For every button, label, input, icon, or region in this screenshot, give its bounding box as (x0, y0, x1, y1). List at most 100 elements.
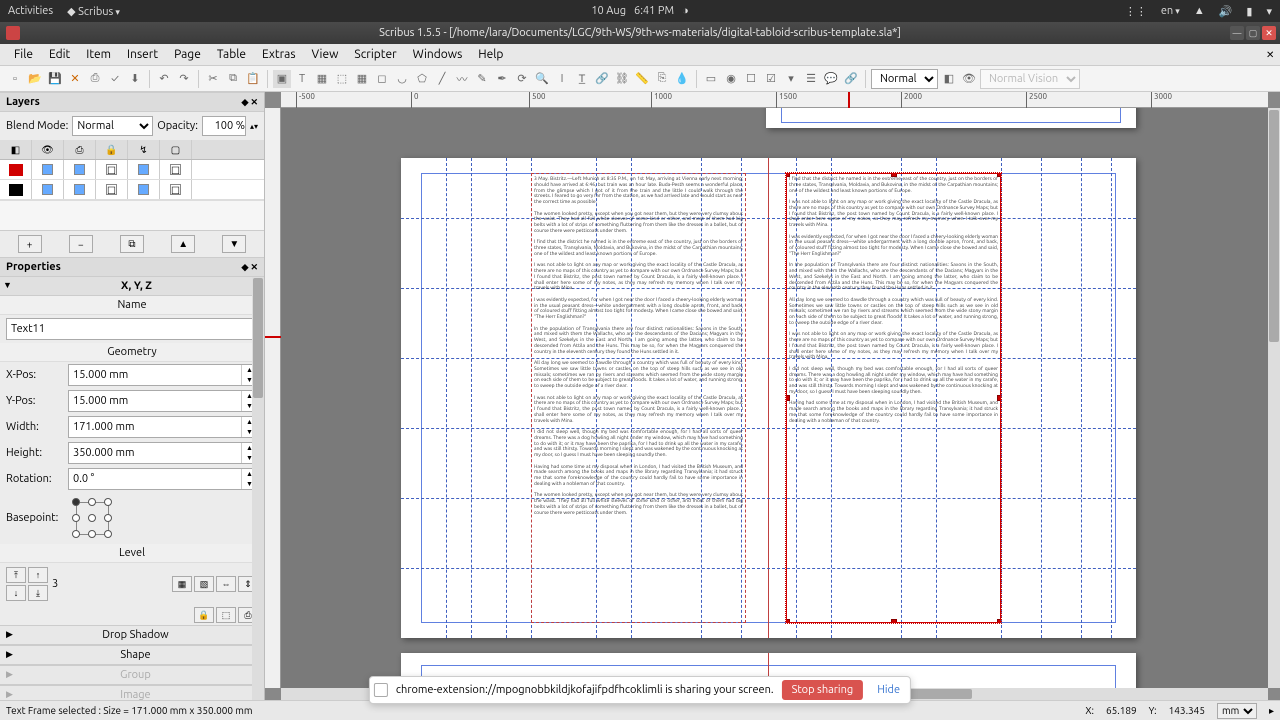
pdf-radio-icon[interactable]: ◉ (722, 70, 740, 88)
new-icon[interactable]: ▫ (6, 70, 24, 88)
basepoint-selector[interactable] (72, 498, 112, 538)
canvas[interactable]: 3 May. Bistritz.—Left Munich at 8:35 P.M… (281, 108, 1268, 688)
chevron-right-icon[interactable]: ▶ (6, 629, 13, 640)
menu-item[interactable]: Item (78, 46, 119, 63)
renderframe-icon[interactable]: ⬚ (333, 70, 351, 88)
minimize-button[interactable]: — (1230, 26, 1244, 40)
copyprops-icon[interactable]: ⎘ (653, 70, 671, 88)
ruler-vertical[interactable] (265, 108, 281, 688)
maximize-button[interactable]: ▢ (1246, 26, 1260, 40)
name-input[interactable] (6, 318, 258, 340)
layer-lock-check[interactable]: ☐ (106, 184, 117, 195)
menu-page[interactable]: Page (166, 46, 209, 63)
arc-icon[interactable]: ◡ (393, 70, 411, 88)
group-button[interactable]: ▦ (172, 576, 192, 592)
pdf-check-icon[interactable]: ☑ (762, 70, 780, 88)
edit-text-icon[interactable]: T̲ (573, 70, 591, 88)
preview-icon[interactable]: 👁 (960, 70, 978, 88)
pdf-push-icon[interactable]: ▭ (702, 70, 720, 88)
layer-up-button[interactable]: ▲ (171, 235, 195, 253)
notification-icon[interactable]: ◑ (682, 5, 689, 17)
layers-close-icon[interactable]: ✕ (250, 97, 258, 108)
shape-icon[interactable]: ◻ (373, 70, 391, 88)
level-bottom-button[interactable]: ⤓ (28, 585, 48, 601)
tray-icon[interactable]: ⋮⋮ (1125, 5, 1147, 18)
menu-insert[interactable]: Insert (119, 46, 166, 63)
line-icon[interactable]: ╱ (433, 70, 451, 88)
lock-button[interactable]: 🔒 (194, 607, 214, 623)
level-down-button[interactable]: ↓ (6, 585, 26, 601)
level-up-button[interactable]: ↑ (28, 567, 48, 583)
lang-indicator[interactable]: en (1161, 5, 1180, 17)
close-icon[interactable]: ✕ (66, 70, 84, 88)
menu-file[interactable]: File (6, 46, 41, 63)
menu-scripter[interactable]: Scripter (346, 46, 404, 63)
props-scrollbar[interactable] (252, 277, 264, 700)
layer-flow-check[interactable] (138, 164, 149, 175)
unlink-icon[interactable]: ⛓ (613, 70, 631, 88)
section-dropshadow[interactable]: Drop Shadow (102, 629, 168, 641)
activities[interactable]: Activities (8, 5, 53, 17)
dup-layer-button[interactable]: ⧉ (120, 235, 144, 253)
layer-outline-check[interactable]: ☐ (170, 184, 181, 195)
close-button[interactable]: ✕ (1262, 26, 1276, 40)
pdf-annot-icon[interactable]: 💬 (822, 70, 840, 88)
stop-sharing-button[interactable]: Stop sharing (782, 680, 864, 700)
app-indicator[interactable]: ◆ Scribus (67, 5, 120, 18)
cut-icon[interactable]: ✂ (204, 70, 222, 88)
select-icon[interactable]: ▣ (273, 70, 291, 88)
menu-view[interactable]: View (304, 46, 347, 63)
paste-icon[interactable]: 📋 (244, 70, 262, 88)
menu-help[interactable]: Help (470, 46, 511, 63)
height-input[interactable] (69, 443, 241, 463)
pdf-link-icon[interactable]: 🔗 (842, 70, 860, 88)
menu-extras[interactable]: Extras (254, 46, 304, 63)
text-frame-selected[interactable]: I find that the district he named is in … (786, 173, 1001, 623)
table-icon[interactable]: ▦ (353, 70, 371, 88)
opacity-stepper[interactable]: ▴▾ (250, 122, 258, 131)
v-scrollbar[interactable] (1268, 108, 1280, 688)
layers-shade-icon[interactable]: ◆ (242, 97, 249, 108)
preflight-icon[interactable]: ✓ (106, 70, 124, 88)
width-input[interactable] (69, 417, 241, 437)
section-shape[interactable]: Shape (120, 649, 150, 661)
blend-select[interactable]: Normal (72, 116, 153, 136)
redo-icon[interactable]: ↷ (175, 70, 193, 88)
xpos-input[interactable] (69, 365, 241, 385)
menu-table[interactable]: Table (209, 46, 254, 63)
status-extra-icon[interactable]: ▸ (1269, 705, 1274, 717)
layer-print-check[interactable] (74, 184, 85, 195)
rotate-icon[interactable]: ⟳ (513, 70, 531, 88)
unit-select[interactable]: mm (1217, 703, 1257, 719)
bezier-icon[interactable]: 〰 (453, 70, 471, 88)
menu-windows[interactable]: Windows (405, 46, 471, 63)
power-icon[interactable]: ▾ (1266, 5, 1272, 18)
menu-edit[interactable]: Edit (41, 46, 78, 63)
volume-icon[interactable]: 🔊 (1219, 5, 1233, 18)
props-shade-icon[interactable]: ◆ (242, 262, 249, 273)
cms-toggle-icon[interactable]: ◧ (940, 70, 958, 88)
eyedropper-icon[interactable]: 💧 (673, 70, 691, 88)
link-icon[interactable]: 🔗 (593, 70, 611, 88)
text-frame[interactable]: 3 May. Bistritz.—Left Munich at 8:35 P.M… (531, 173, 746, 623)
doc-close-button[interactable]: ✕ (1258, 47, 1274, 63)
undo-icon[interactable]: ↶ (155, 70, 173, 88)
layer-row[interactable]: ☐ ☐ (0, 160, 264, 180)
vision-select[interactable]: Normal Vision (980, 69, 1080, 89)
pdf-text-icon[interactable]: ☐ (742, 70, 760, 88)
layer-print-check[interactable] (74, 164, 85, 175)
add-layer-button[interactable]: + (18, 235, 42, 253)
battery-icon[interactable]: ▮ (1246, 5, 1252, 18)
level-top-button[interactable]: ⤒ (6, 567, 26, 583)
pdf-list-icon[interactable]: ☰ (802, 70, 820, 88)
opacity-input[interactable] (202, 116, 246, 136)
flip-h-button[interactable]: ⇔ (216, 576, 236, 592)
measure-icon[interactable]: 📏 (633, 70, 651, 88)
layer-down-button[interactable]: ▼ (222, 235, 246, 253)
layer-visible-check[interactable] (42, 164, 53, 175)
network-icon[interactable]: ▲ (1194, 5, 1205, 17)
layer-row[interactable]: ☐ ☐ (0, 180, 264, 200)
props-close-icon[interactable]: ✕ (250, 262, 258, 273)
locksize-button[interactable]: ⬚ (216, 607, 236, 623)
hide-share-button[interactable]: Hide (871, 680, 906, 700)
